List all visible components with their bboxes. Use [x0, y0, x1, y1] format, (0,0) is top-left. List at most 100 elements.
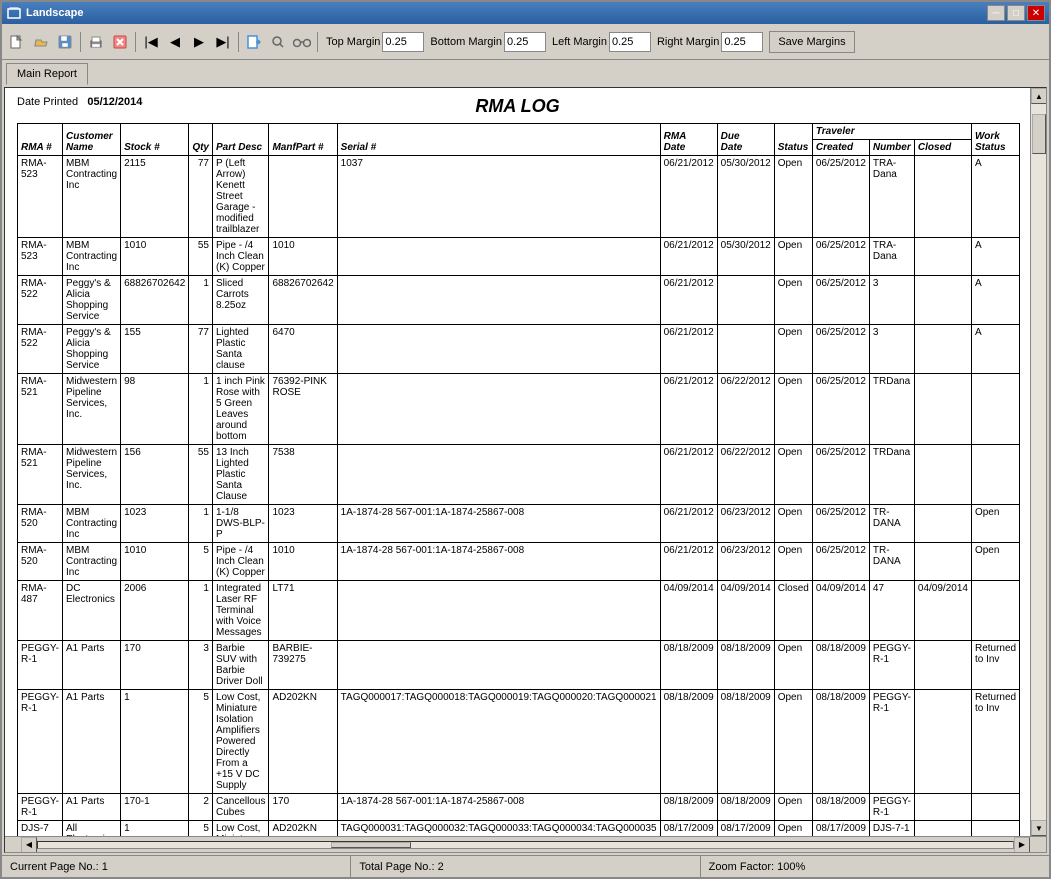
- save-margins-button[interactable]: Save Margins: [769, 31, 854, 53]
- export-button[interactable]: [243, 31, 265, 53]
- right-margin-input[interactable]: [721, 32, 763, 52]
- table-cell: 1 inch Pink Rose with 5 Green Leaves aro…: [212, 374, 268, 445]
- col-header-stock: Stock #: [121, 124, 189, 156]
- table-cell: Open: [774, 374, 812, 445]
- scroll-right-button[interactable]: ▶: [1014, 837, 1030, 853]
- tab-main-report[interactable]: Main Report: [6, 63, 88, 85]
- table-cell: 68826702642: [121, 276, 189, 325]
- title-buttons: ─ □ ✕: [987, 5, 1045, 21]
- right-margin-label: Right Margin: [657, 36, 719, 48]
- scroll-track-v[interactable]: [1031, 104, 1046, 820]
- table-cell: 08/17/2009: [660, 821, 717, 837]
- next-page-button[interactable]: ▶: [188, 31, 210, 53]
- table-cell: TRA-Dana: [869, 156, 914, 238]
- tab-bar: Main Report: [2, 60, 1049, 85]
- maximize-button[interactable]: □: [1007, 5, 1025, 21]
- report-scroll-area[interactable]: Date Printed 05/12/2014 RMA LOG: [5, 88, 1030, 836]
- table-cell: Open: [971, 505, 1019, 543]
- scroll-thumb-h[interactable]: [331, 842, 411, 848]
- top-margin-input[interactable]: [382, 32, 424, 52]
- col-header-number: Number: [869, 140, 914, 156]
- minimize-button[interactable]: ─: [987, 5, 1005, 21]
- prev-page-button[interactable]: ◀: [164, 31, 186, 53]
- cancel-button[interactable]: [109, 31, 131, 53]
- table-cell: Peggy's & Alicia Shopping Service: [62, 276, 120, 325]
- table-cell: Pipe - /4 Inch Clean (K) Copper: [212, 238, 268, 276]
- table-cell: 05/30/2012: [717, 238, 774, 276]
- col-header-created: Created: [812, 140, 869, 156]
- table-cell: PEGGY-R-1: [18, 794, 63, 821]
- main-window: Landscape ─ □ ✕ |◀ ◀ ▶ ▶|: [0, 0, 1051, 879]
- table-cell: 04/09/2014: [660, 581, 717, 641]
- table-cell: [971, 445, 1019, 505]
- table-cell: RMA-523: [18, 238, 63, 276]
- table-cell: 06/25/2012: [812, 156, 869, 238]
- table-row: RMA-521Midwestern Pipeline Services, Inc…: [18, 445, 1020, 505]
- table-cell: PEGGY-R-1: [18, 690, 63, 794]
- table-cell: 5: [189, 821, 213, 837]
- table-cell: [971, 821, 1019, 837]
- open-button[interactable]: [30, 31, 52, 53]
- scroll-up-button[interactable]: ▲: [1031, 88, 1046, 104]
- scroll-down-button[interactable]: ▼: [1031, 820, 1046, 836]
- table-cell: 1-1/8 DWS-BLP-P: [212, 505, 268, 543]
- table-cell: 06/21/2012: [660, 325, 717, 374]
- table-cell: 06/21/2012: [660, 156, 717, 238]
- table-cell: DC Electronics: [62, 581, 120, 641]
- table-cell: MBM Contracting Inc: [62, 238, 120, 276]
- report-title: RMA LOG: [475, 96, 559, 116]
- table-cell: TR-DANA: [869, 505, 914, 543]
- table-cell: TAGQ000017:TAGQ000018:TAGQ000019:TAGQ000…: [337, 690, 660, 794]
- table-cell: Open: [774, 690, 812, 794]
- table-cell: [717, 276, 774, 325]
- table-cell: 04/09/2014: [914, 581, 971, 641]
- table-cell: Open: [774, 445, 812, 505]
- table-cell: 06/22/2012: [717, 445, 774, 505]
- table-cell: TRDana: [869, 374, 914, 445]
- table-cell: A: [971, 325, 1019, 374]
- table-cell: 1: [121, 821, 189, 837]
- left-margin-input[interactable]: [609, 32, 651, 52]
- scroll-thumb-v[interactable]: [1032, 114, 1046, 154]
- col-header-part: Part Desc: [212, 124, 268, 156]
- table-cell: 1: [189, 276, 213, 325]
- table-cell: [914, 794, 971, 821]
- table-cell: [914, 690, 971, 794]
- table-cell: A: [971, 238, 1019, 276]
- table-cell: [269, 156, 337, 238]
- table-cell: 06/21/2012: [660, 238, 717, 276]
- date-printed-label: Date Printed: [17, 96, 78, 108]
- first-page-button[interactable]: |◀: [140, 31, 162, 53]
- horizontal-scrollbar[interactable]: ◀ ▶: [5, 836, 1046, 852]
- table-cell: 1037: [337, 156, 660, 238]
- table-cell: [971, 794, 1019, 821]
- status-bar: Current Page No.: 1 Total Page No.: 2 Zo…: [2, 855, 1049, 877]
- table-cell: [914, 445, 971, 505]
- table-cell: Open: [774, 794, 812, 821]
- new-button[interactable]: [6, 31, 28, 53]
- table-cell: [914, 276, 971, 325]
- save-button[interactable]: [54, 31, 76, 53]
- date-printed-area: Date Printed 05/12/2014: [17, 96, 217, 108]
- table-cell: TRA-Dana: [869, 238, 914, 276]
- last-page-button[interactable]: ▶|: [212, 31, 234, 53]
- table-cell: Low Cost, Miniature Isolation Amplifiers…: [212, 821, 268, 837]
- search-button[interactable]: [267, 31, 289, 53]
- binoculars-button[interactable]: [291, 31, 313, 53]
- table-row: RMA-520MBM Contracting Inc10105Pipe - /4…: [18, 543, 1020, 581]
- table-cell: 06/25/2012: [812, 238, 869, 276]
- table-cell: [914, 156, 971, 238]
- table-cell: 5: [189, 543, 213, 581]
- table-cell: 08/17/2009: [717, 821, 774, 837]
- close-button[interactable]: ✕: [1027, 5, 1045, 21]
- toolbar: |◀ ◀ ▶ ▶| Top Margin Bottom Margin Left …: [2, 24, 1049, 60]
- table-cell: A: [971, 276, 1019, 325]
- scroll-track-h[interactable]: [37, 841, 1014, 849]
- scroll-left-button[interactable]: ◀: [21, 837, 37, 853]
- table-row: DJS-7All Electronics Corp.15Low Cost, Mi…: [18, 821, 1020, 837]
- print-button[interactable]: [85, 31, 107, 53]
- vertical-scrollbar[interactable]: ▲ ▼: [1030, 88, 1046, 836]
- table-row: RMA-523MBM Contracting Inc211577P (Left …: [18, 156, 1020, 238]
- bottom-margin-input[interactable]: [504, 32, 546, 52]
- table-cell: 1: [121, 690, 189, 794]
